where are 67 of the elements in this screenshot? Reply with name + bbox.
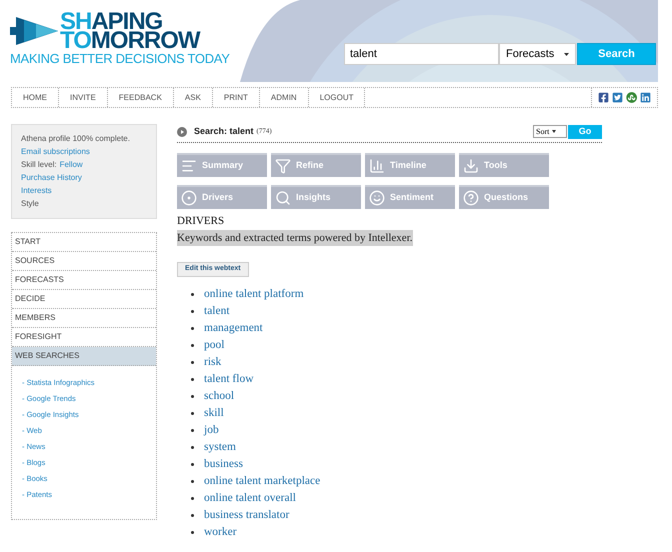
profile-text: Athena profile 100% complete. (21, 133, 131, 145)
search-field[interactable]: talent (344, 43, 499, 65)
nav-link[interactable]: HOME (12, 88, 59, 107)
keyword-link[interactable]: skill (204, 404, 224, 422)
keyword-link[interactable]: business (204, 456, 243, 474)
bullet-icon (191, 395, 194, 398)
profile-link[interactable]: Purchase History (21, 172, 147, 184)
nav-link[interactable]: LOGOUT (308, 88, 366, 107)
logo-text: TOMORROW (60, 31, 200, 50)
skill-value-link[interactable]: Fellow (60, 159, 83, 171)
bullet-icon (191, 497, 194, 500)
sidebar-item[interactable]: WEB SEARCHES (12, 347, 156, 366)
keyword-link[interactable]: system (204, 438, 236, 456)
keyword-link[interactable]: online talent marketplace (204, 472, 320, 490)
scope-dropdown[interactable]: Forecasts (499, 43, 576, 65)
download-icon (463, 158, 479, 174)
caret-icon (552, 130, 556, 133)
bullet-icon (191, 361, 194, 364)
keyword-link[interactable]: worker (204, 524, 237, 542)
bullet-icon (191, 327, 194, 330)
keyword-link[interactable]: online talent overall (204, 490, 296, 508)
summary-icon (181, 158, 197, 174)
stumbleupon-icon[interactable] (626, 92, 637, 103)
bullet-icon (191, 293, 194, 296)
nav-link[interactable]: ASK (174, 88, 213, 107)
results-title: Search: talent (194, 124, 254, 138)
tagline: MAKING BETTER DECISIONS TODAY (10, 52, 230, 66)
keyword-link[interactable]: talent (204, 302, 230, 320)
linkedin-icon[interactable] (640, 92, 651, 103)
bullet-icon (191, 531, 194, 534)
bullet-icon (191, 412, 194, 415)
section-heading: DRIVERS (177, 214, 224, 229)
keyword-link[interactable]: pool (204, 336, 224, 354)
sort-dropdown[interactable]: Sort (533, 125, 567, 138)
keyword-link[interactable]: management (204, 320, 263, 338)
nav-link[interactable]: PRINT (212, 88, 260, 107)
section-subtitle: Keywords and extracted terms powered by Intellexer. (177, 230, 412, 246)
bullet-icon (191, 446, 194, 449)
keyword-link[interactable]: risk (204, 354, 222, 372)
bullet-icon (191, 378, 194, 381)
bullet-icon (191, 310, 194, 313)
keyword-link[interactable]: online talent platform (204, 286, 304, 304)
filter-icon (275, 158, 291, 174)
keyword-link[interactable]: job (204, 422, 219, 440)
nav-link[interactable]: ADMIN (260, 88, 309, 107)
bar-chart-icon (369, 158, 385, 174)
skill-label: Skill level: (21, 159, 57, 171)
bullet-icon (191, 514, 194, 517)
play-icon (177, 126, 187, 136)
profile-text: Style (21, 198, 40, 210)
smiley-icon (369, 190, 385, 206)
bullet-icon (191, 344, 194, 347)
logo-text: SHAPING (60, 12, 162, 31)
keyword-link[interactable]: business translator (204, 506, 290, 524)
nav-link[interactable]: FEEDBACK (108, 88, 174, 107)
keyword-link[interactable]: school (204, 388, 234, 406)
nav-link[interactable]: INVITE (59, 88, 108, 107)
bullet-icon (191, 480, 194, 483)
question-icon (463, 190, 479, 206)
bullet-icon (191, 429, 194, 432)
facebook-icon[interactable] (598, 92, 609, 103)
profile-link[interactable]: Email subscriptions (21, 146, 147, 158)
bullet-icon (191, 463, 194, 466)
twitter-icon[interactable] (612, 92, 623, 103)
profile-link[interactable]: Interests (21, 185, 147, 197)
keyword-link[interactable]: talent flow (204, 370, 254, 388)
search-icon (275, 190, 291, 206)
